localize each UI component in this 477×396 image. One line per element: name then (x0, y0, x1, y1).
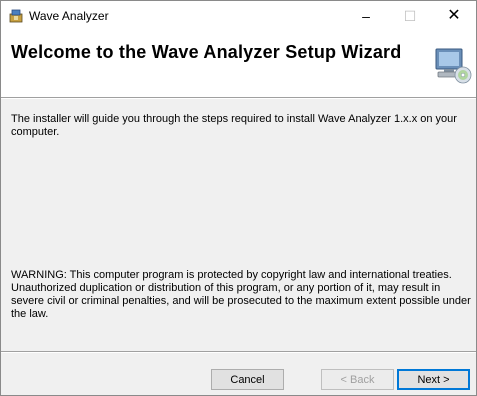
cancel-button[interactable]: Cancel (211, 369, 284, 390)
footer-divider-highlight (1, 352, 476, 353)
window-title: Wave Analyzer (29, 9, 109, 23)
maximize-button[interactable]: ☐ (388, 1, 432, 31)
title-bar[interactable]: Wave Analyzer – ☐ ✕ (1, 1, 476, 31)
close-button[interactable]: ✕ (432, 1, 476, 31)
intro-text: The installer will guide you through the… (11, 113, 457, 138)
back-button[interactable]: < Back (321, 369, 394, 390)
computer-cd-icon (435, 48, 472, 84)
installer-app-icon (9, 9, 23, 23)
wizard-header: Welcome to the Wave Analyzer Setup Wizar… (1, 31, 476, 98)
next-button[interactable]: Next > (397, 369, 470, 390)
minimize-button[interactable]: – (344, 1, 388, 31)
copyright-warning: WARNING: This computer program is protec… (11, 269, 471, 320)
wizard-content: The installer will guide you through the… (1, 99, 476, 339)
setup-wizard-window: Wave Analyzer – ☐ ✕ Welcome to the Wave … (0, 0, 477, 396)
wizard-title: Welcome to the Wave Analyzer Setup Wizar… (11, 42, 402, 62)
